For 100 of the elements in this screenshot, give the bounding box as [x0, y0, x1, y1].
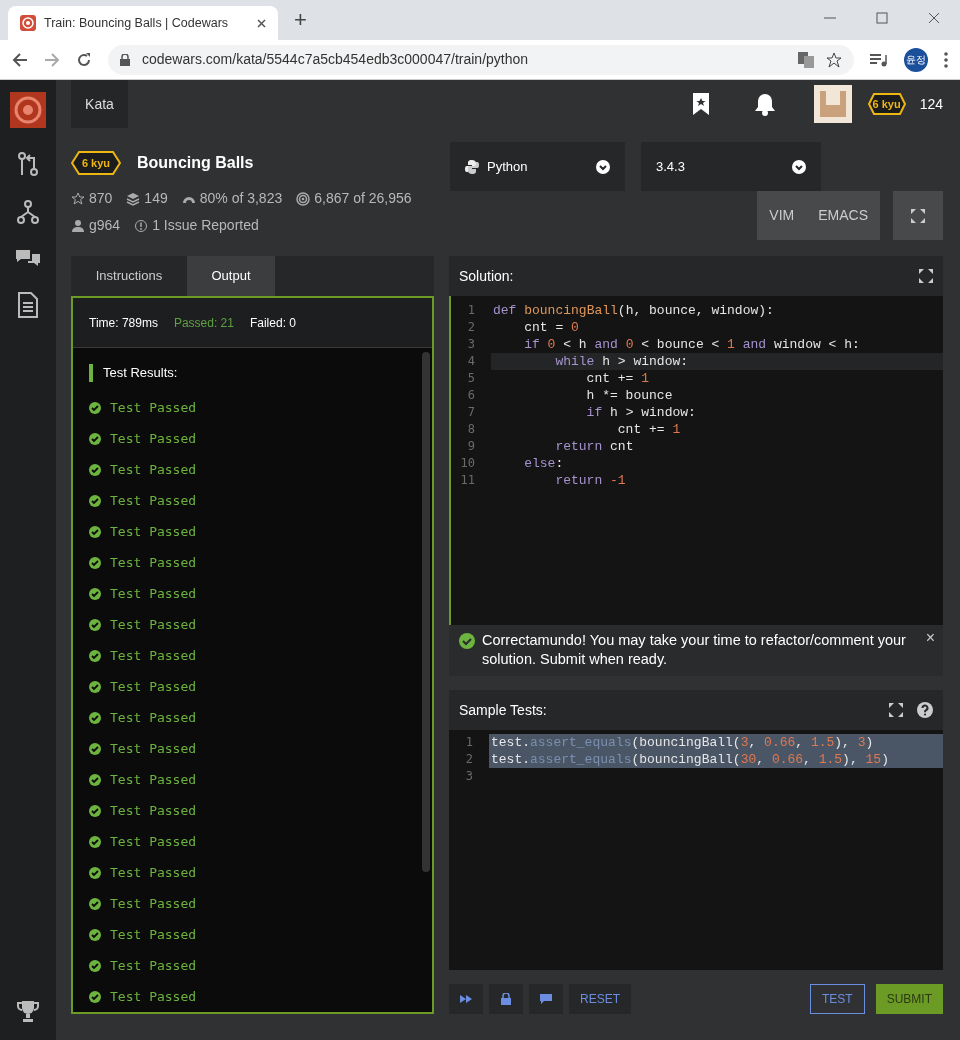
- fast-forward-icon: [460, 995, 472, 1003]
- check-circle-icon: [89, 897, 101, 910]
- code-line: def bouncingBall(h, bounce, window):: [492, 302, 775, 319]
- line-number: 1: [464, 734, 474, 751]
- star-icon[interactable]: [826, 51, 842, 68]
- code-line: return -1: [554, 472, 627, 489]
- url-text: codewars.com/kata/5544c7a5cb454edb3c000047/train/python: [142, 50, 530, 69]
- check-circle-icon: [89, 618, 101, 631]
- trophy-icon[interactable]: [17, 1000, 39, 1022]
- expand-icon[interactable]: [889, 703, 903, 717]
- code-line: return cnt: [554, 438, 635, 455]
- kata-title: Bouncing Balls: [137, 153, 254, 173]
- stat-text: 6,867 of 26,956: [314, 189, 412, 208]
- chevron-down-icon: [792, 159, 806, 174]
- check-circle-icon: [89, 649, 101, 662]
- lock-button[interactable]: [489, 984, 523, 1014]
- code-line: h *= bounce: [585, 387, 674, 404]
- profile-avatar[interactable]: 윤정: [904, 47, 928, 72]
- check-circle-icon: [459, 633, 475, 649]
- test-result: Test Passed: [110, 863, 197, 882]
- line-number: 6: [466, 387, 476, 404]
- check-circle-icon: [89, 866, 101, 879]
- reset-button[interactable]: RESET: [569, 984, 631, 1014]
- close-icon[interactable]: ×: [925, 631, 935, 676]
- star-icon: [71, 191, 85, 206]
- test-result: Test Passed: [110, 646, 197, 665]
- test-result: Test Passed: [110, 987, 197, 1006]
- editor-mode-button[interactable]: VIM: [769, 205, 795, 226]
- language-dropdown[interactable]: Python: [450, 142, 625, 191]
- reload-icon[interactable]: [76, 51, 92, 68]
- line-number: 3: [466, 336, 476, 353]
- time-label: Time: 789ms: [89, 314, 158, 332]
- help-icon[interactable]: [917, 702, 933, 718]
- bookmark-icon[interactable]: [691, 92, 710, 116]
- test-button[interactable]: TEST: [810, 984, 865, 1014]
- fast-forward-button[interactable]: [449, 984, 483, 1014]
- results-heading: Test Results:: [103, 364, 178, 383]
- check-circle-icon: [89, 432, 101, 445]
- line-number: 10: [459, 455, 476, 472]
- rank-badge: 6 kyu: [71, 151, 121, 175]
- code-line: cnt = 0: [523, 319, 580, 336]
- check-circle-icon: [89, 401, 101, 414]
- app-logo-icon: [20, 15, 36, 31]
- document-icon[interactable]: [18, 292, 38, 318]
- submit-button[interactable]: SUBMIT: [875, 984, 943, 1014]
- line-number: 3: [464, 768, 474, 785]
- test-result: Test Passed: [110, 677, 197, 696]
- check-circle-icon: [89, 804, 101, 817]
- chevron-down-icon: [596, 159, 610, 174]
- editor-mode-button[interactable]: EMACS: [818, 205, 868, 226]
- new-tab-button[interactable]: +: [294, 3, 307, 36]
- pull-request-icon[interactable]: [17, 152, 39, 176]
- check-circle-icon: [89, 742, 101, 755]
- line-number: 9: [466, 438, 476, 455]
- line-number: 7: [466, 404, 476, 421]
- test-result: Test Passed: [110, 584, 197, 603]
- check-circle-icon: [89, 928, 101, 941]
- check-circle-icon: [89, 587, 101, 600]
- test-result: Test Passed: [110, 615, 197, 634]
- fullscreen-button[interactable]: [893, 191, 943, 240]
- menu-icon[interactable]: [944, 51, 948, 68]
- stat-text: g964: [89, 216, 121, 235]
- test-result: Test Passed: [110, 491, 197, 510]
- back-icon[interactable]: [12, 51, 28, 68]
- stat-text: 149: [144, 189, 168, 208]
- test-result: Test Passed: [110, 832, 197, 851]
- tab[interactable]: Output: [187, 256, 275, 296]
- code-editor[interactable]: [449, 296, 943, 625]
- chat-button[interactable]: [529, 984, 563, 1014]
- expand-icon: [910, 207, 926, 224]
- expand-icon[interactable]: [919, 269, 933, 283]
- info-icon: [134, 218, 149, 233]
- check-circle-icon: [89, 773, 101, 786]
- bell-icon[interactable]: [753, 92, 776, 116]
- python-icon: [465, 159, 479, 174]
- code-line: cnt += 1: [585, 370, 651, 387]
- media-icon[interactable]: [870, 52, 888, 67]
- address-bar[interactable]: codewars.com/kata/5544c7a5cb454edb3c000047/train/python: [108, 44, 854, 75]
- check-circle-icon: [89, 680, 101, 693]
- chat-icon[interactable]: [15, 248, 41, 268]
- fork-icon[interactable]: [17, 200, 39, 224]
- tab[interactable]: Instructions: [71, 256, 187, 296]
- nav-tab[interactable]: Kata: [71, 80, 128, 128]
- check-circle-icon: [89, 835, 101, 848]
- user-avatar[interactable]: [813, 85, 852, 123]
- code-editor[interactable]: 1 test.assert_equals(bouncingBall(3, 0.66, 1.5), 3) 2 test.assert_equals(bouncingBall(30, 0.66, 1.5), 15) 3: [449, 730, 943, 970]
- scrollbar[interactable]: [422, 352, 430, 872]
- test-result: Test Passed: [110, 925, 197, 944]
- close-icon[interactable]: [257, 18, 266, 28]
- line-number: 1: [466, 302, 476, 319]
- stat-text: 870: [89, 189, 113, 208]
- translate-icon[interactable]: [798, 51, 814, 68]
- lock-icon: [120, 53, 130, 66]
- browser-tab[interactable]: Train: Bouncing Balls | Codewars: [8, 6, 278, 40]
- test-result: Test Passed: [110, 708, 197, 727]
- maximize-icon[interactable]: [876, 12, 888, 24]
- tab-title: Train: Bouncing Balls | Codewars: [44, 14, 230, 32]
- close-icon[interactable]: [928, 12, 940, 24]
- test-result: Test Passed: [110, 553, 197, 572]
- version-dropdown[interactable]: 3.4.3: [641, 142, 821, 191]
